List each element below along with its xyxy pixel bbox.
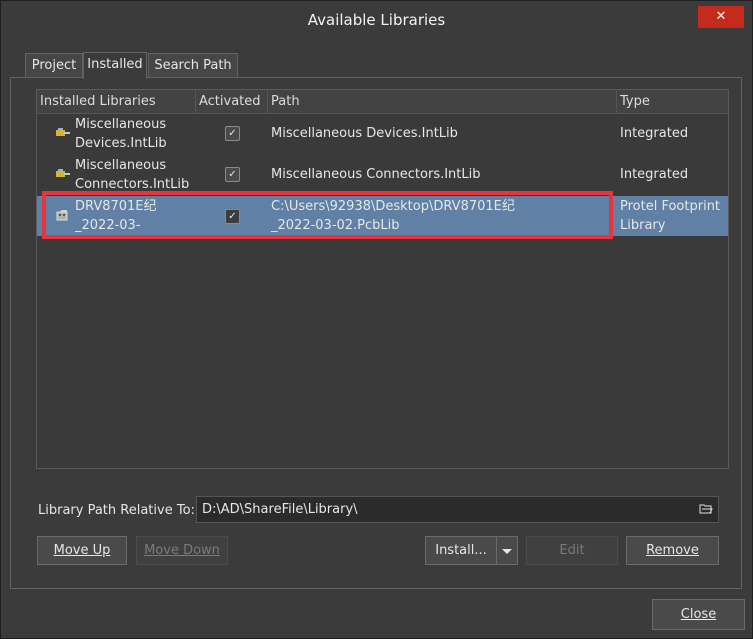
library-type: Protel Footprint Library: [620, 199, 721, 233]
close-button[interactable]: Close: [652, 599, 745, 630]
library-name: Miscellaneous Connectors.IntLib: [75, 158, 190, 192]
available-libraries-dialog: Available Libraries ✕ Project Installed …: [0, 0, 753, 639]
library-path-label: Library Path Relative To:: [38, 503, 195, 518]
library-name: Miscellaneous Devices.IntLib: [75, 117, 167, 151]
move-down-button[interactable]: Move Down: [136, 536, 228, 565]
integrated-library-icon: [56, 128, 70, 136]
library-type: Integrated: [620, 167, 689, 182]
tab-project[interactable]: Project: [25, 53, 83, 78]
installed-libraries-table[interactable]: Installed Libraries Activated Path Type …: [36, 89, 729, 469]
close-window-button[interactable]: ✕: [698, 6, 744, 28]
integrated-library-icon: [56, 169, 70, 177]
edit-button[interactable]: Edit: [526, 536, 618, 565]
remove-button[interactable]: Remove: [626, 536, 719, 565]
library-path: Miscellaneous Connectors.IntLib: [271, 167, 481, 182]
tab-search-path[interactable]: Search Path: [148, 53, 238, 78]
highlight-annotation-box: [42, 191, 613, 239]
tab-installed[interactable]: Installed: [83, 52, 147, 79]
install-button[interactable]: Install...: [425, 536, 497, 565]
folder-open-icon[interactable]: [699, 503, 713, 515]
activated-checkbox[interactable]: ✓: [225, 167, 240, 182]
header-installed-libraries[interactable]: Installed Libraries: [37, 90, 196, 113]
table-header: Installed Libraries Activated Path Type: [37, 90, 728, 114]
title-bar: Available Libraries ✕: [1, 1, 752, 39]
activated-checkbox[interactable]: ✓: [225, 126, 240, 141]
header-path[interactable]: Path: [268, 90, 617, 113]
move-up-button[interactable]: Move Up: [37, 536, 127, 565]
table-row[interactable]: Miscellaneous Connectors.IntLib ✓ Miscell…: [37, 155, 728, 195]
header-activated[interactable]: Activated: [196, 90, 268, 113]
header-type[interactable]: Type: [617, 90, 728, 113]
install-dropdown-arrow[interactable]: [497, 536, 518, 565]
library-path-field[interactable]: D:\AD\ShareFile\Library\: [196, 496, 719, 523]
library-path: Miscellaneous Devices.IntLib: [271, 126, 458, 141]
dialog-title: Available Libraries: [307, 11, 446, 29]
table-row[interactable]: Miscellaneous Devices.IntLib ✓ Miscellane…: [37, 114, 728, 154]
library-type: Integrated: [620, 126, 689, 141]
library-path-value: D:\AD\ShareFile\Library\: [202, 502, 358, 517]
